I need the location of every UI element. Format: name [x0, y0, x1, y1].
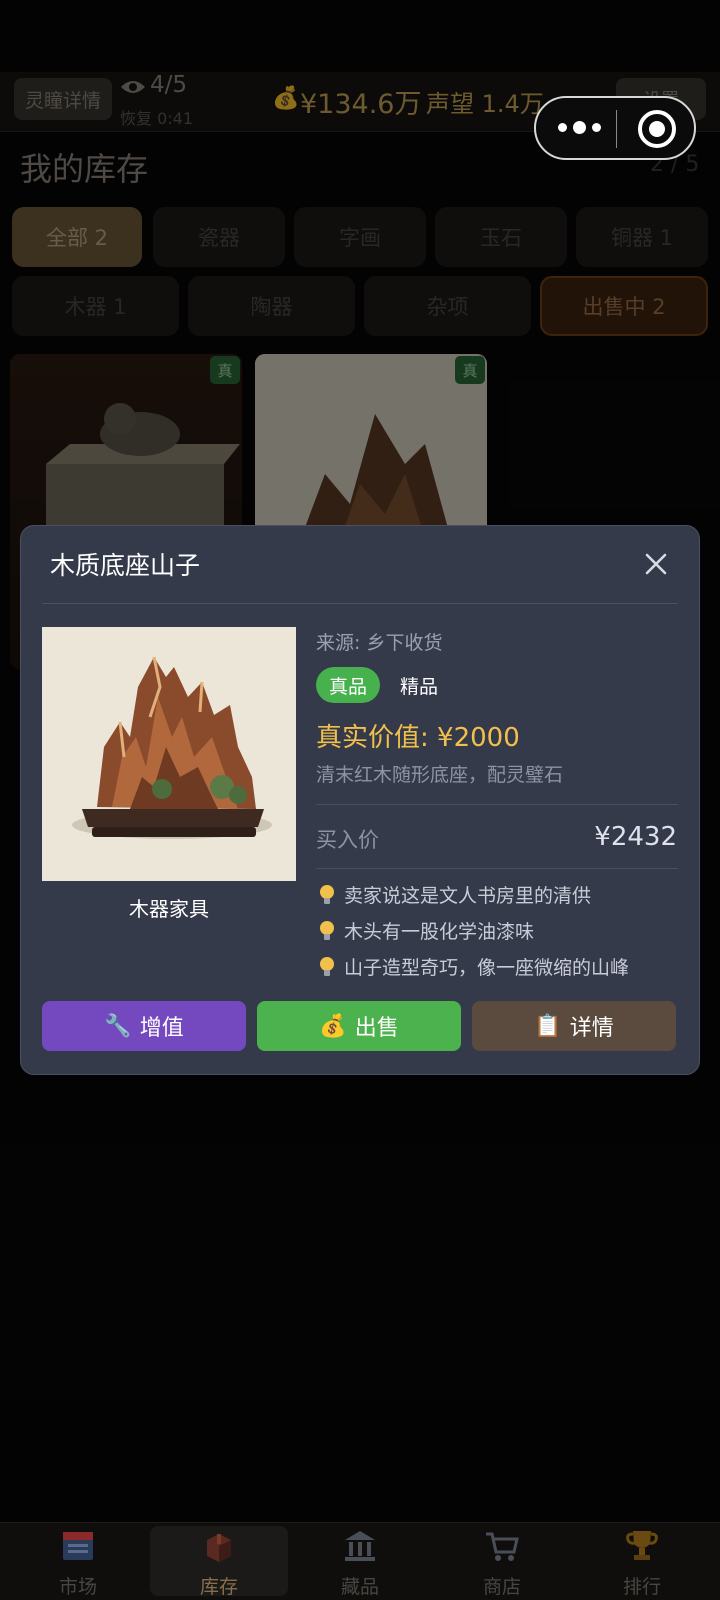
tab-label: 库存: [199, 1576, 238, 1598]
tab-market[interactable]: 市场: [23, 1528, 133, 1598]
buy-price-value: ¥2432: [594, 822, 677, 852]
lightbulb-icon: [320, 920, 334, 940]
tab-label: 市场: [58, 1576, 97, 1598]
upgrade-label: 增值: [139, 1016, 184, 1041]
detail-label: 详情: [569, 1016, 614, 1041]
museum-icon: [345, 1531, 375, 1561]
authentic-badge: 真品: [316, 667, 380, 703]
tab-label: 商店: [482, 1576, 521, 1598]
lightbulb-icon: [320, 956, 334, 976]
buy-price-label: 买入价: [316, 828, 379, 852]
tab-collection[interactable]: 藏品: [305, 1528, 415, 1598]
hint-text: 木头有一股化学油漆味: [344, 921, 535, 943]
hint-text: 山子造型奇巧，像一座微缩的山峰: [344, 957, 630, 979]
item-source: 来源: 乡下收货: [316, 632, 443, 654]
quality-label: 精品: [400, 676, 439, 698]
box-icon: [207, 1534, 231, 1562]
detail-button[interactable]: 📋 详情: [472, 1001, 676, 1051]
item-image: [42, 627, 296, 881]
clipboard-icon: 📋: [534, 1013, 562, 1039]
lightbulb-icon: [320, 884, 334, 904]
upgrade-button[interactable]: 🔧 增值: [42, 1001, 246, 1051]
divider: [316, 868, 678, 869]
modal-divider: [42, 603, 678, 604]
hint-item: 卖家说这是文人书房里的清供: [318, 881, 591, 908]
more-icon[interactable]: [558, 118, 608, 138]
miniprogram-capsule: [534, 96, 696, 160]
tab-inventory[interactable]: 库存: [164, 1528, 274, 1598]
tab-label: 排行: [622, 1576, 661, 1598]
money-bag-icon: 💰: [319, 1013, 347, 1039]
trophy-icon: [626, 1531, 658, 1560]
modal-title: 木质底座山子: [50, 551, 201, 580]
divider: [316, 804, 678, 805]
sell-button[interactable]: 💰 出售: [257, 1001, 461, 1051]
hint-item: 木头有一股化学油漆味: [318, 917, 534, 944]
tab-ranking[interactable]: 排行: [587, 1528, 697, 1598]
tab-shop[interactable]: 商店: [447, 1528, 557, 1598]
hint-item: 山子造型奇巧，像一座微缩的山峰: [318, 953, 629, 980]
close-icon[interactable]: [644, 552, 668, 576]
true-value: 真实价值: ¥2000: [316, 723, 520, 753]
hint-text: 卖家说这是文人书房里的清供: [344, 885, 592, 907]
item-category: 木器家具: [129, 897, 209, 921]
close-miniprogram-icon[interactable]: [638, 110, 676, 148]
wrench-icon: 🔧: [104, 1013, 132, 1039]
item-description: 清末红木随形底座，配灵璧石: [316, 764, 564, 786]
tab-label: 藏品: [340, 1576, 379, 1598]
sell-label: 出售: [354, 1016, 399, 1041]
calendar-icon: [63, 1532, 93, 1560]
cart-icon: [486, 1532, 519, 1561]
